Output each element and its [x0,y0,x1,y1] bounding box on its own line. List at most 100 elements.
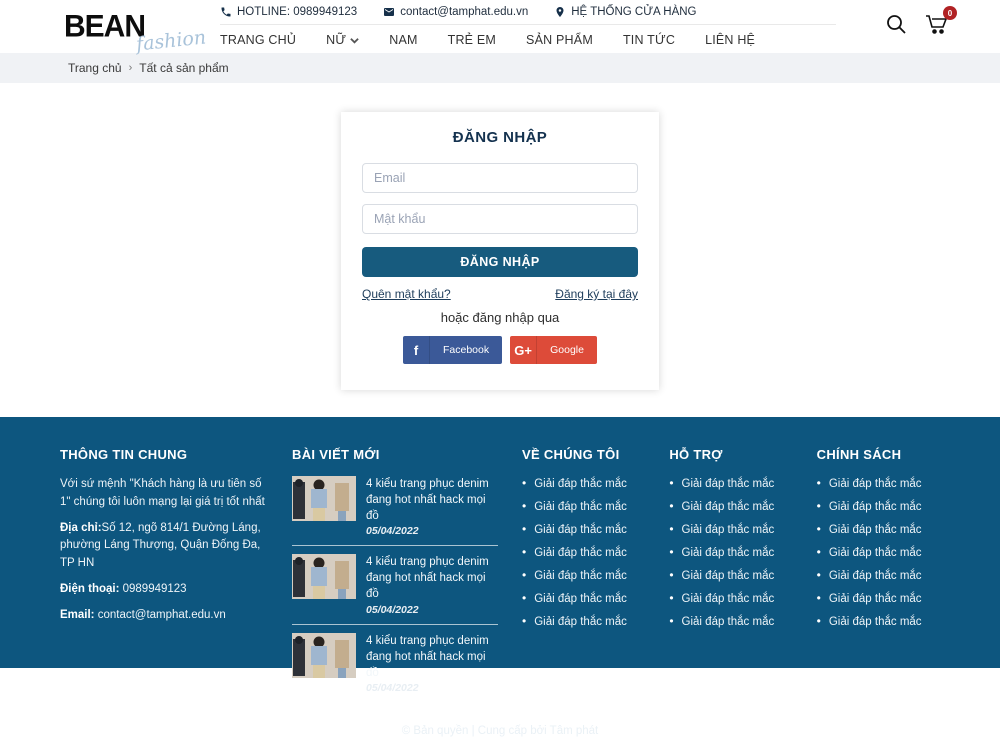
footer-link[interactable]: Giải đáp thắc mắc [669,522,792,536]
article-text: 4 kiểu trang phục denim đang hot nhất ha… [366,476,498,537]
footer-articles-column: BÀI VIẾT MỚI [292,447,498,702]
support-links: Giải đáp thắc mắc Giải đáp thắc mắc Giải đ… [669,476,792,628]
contact-email[interactable]: contact@tamphat.edu.vn [383,6,528,18]
breadcrumb-current: Tất cả sản phẩm [139,61,228,75]
footer-phone: Điện thoại: 0989949123 [60,581,268,599]
footer-link[interactable]: Giải đáp thắc mắc [669,568,792,582]
footer-link[interactable]: Giải đáp thắc mắc [669,614,792,628]
main-content: ĐĂNG NHẬP ĐĂNG NHẬP Quên mật khẩu? Đăng … [0,112,1000,417]
footer-link[interactable]: Giải đáp thắc mắc [522,591,645,605]
nav-item-contact[interactable]: LIÊN HỆ [705,33,755,47]
footer-article-item[interactable]: 4 kiểu trang phục denim đang hot nhất ha… [292,633,498,702]
forgot-password-link[interactable]: Quên mật khẩu? [362,287,451,301]
footer-article-item[interactable]: 4 kiểu trang phục denim đang hot nhất ha… [292,476,498,546]
footer-link[interactable]: Giải đáp thắc mắc [817,568,940,582]
nav-item-men[interactable]: NAM [389,33,417,47]
footer-link[interactable]: Giải đáp thắc mắc [817,545,940,559]
footer-email: Email: contact@tamphat.edu.vn [60,607,268,625]
password-field[interactable] [362,204,638,234]
footer-link[interactable]: Giải đáp thắc mắc [522,614,645,628]
footer-article-item[interactable]: 4 kiểu trang phục denim đang hot nhất ha… [292,554,498,624]
footer-link[interactable]: Giải đáp thắc mắc [669,545,792,559]
nav-item-products[interactable]: SẢN PHẨM [526,33,593,47]
footer-link[interactable]: Giải đáp thắc mắc [669,476,792,490]
footer-link[interactable]: Giải đáp thắc mắc [669,591,792,605]
footer-columns: THÔNG TIN CHUNG Với sứ mệnh "Khách hàng … [0,417,1000,702]
footer-about-column: THÔNG TIN CHUNG Với sứ mệnh "Khách hàng … [60,447,268,702]
article-text: 4 kiểu trang phục denim đang hot nhất ha… [366,554,498,615]
chevron-down-icon [350,36,359,45]
article-thumbnail [292,554,356,599]
article-title: 4 kiểu trang phục denim đang hot nhất ha… [366,476,498,524]
site-footer: THÔNG TIN CHUNG Với sứ mệnh "Khách hàng … [0,417,1000,668]
copyright-text: © Bản quyền | Cung cấp bởi Tâm phát [402,725,599,737]
footer-support-title: HỖ TRỢ [669,447,792,462]
breadcrumb-separator: › [129,62,133,74]
footer-policy-title: CHÍNH SÁCH [817,447,940,462]
footer-about-us-title: VỀ CHÚNG TÔI [522,447,645,462]
email-field[interactable] [362,163,638,193]
article-date: 05/04/2022 [366,682,498,694]
login-title: ĐĂNG NHẬP [362,129,638,146]
header-icons: 0 [864,12,1000,41]
login-links-row: Quên mật khẩu? Đăng ký tại đây [362,287,638,301]
article-title: 4 kiểu trang phục denim đang hot nhất ha… [366,633,498,681]
footer-address: Địa chỉ:Số 12, ngõ 814/1 Đường Láng, phư… [60,520,268,573]
footer-link[interactable]: Giải đáp thắc mắc [817,499,940,513]
breadcrumb: Trang chủ › Tất cả sản phẩm [0,53,1000,83]
location-pin-icon [554,6,566,18]
footer-link[interactable]: Giải đáp thắc mắc [522,545,645,559]
hotline-text: HOTLINE: 0989949123 [237,6,357,18]
nav-item-women[interactable]: NỮ [326,33,359,47]
nav-item-home[interactable]: TRANG CHỦ [220,33,296,47]
header-center: HOTLINE: 0989949123 contact@tamphat.edu.… [220,1,836,52]
footer-mission: Với sứ mệnh "Khách hàng là ưu tiên số 1"… [60,476,268,512]
cart-button[interactable]: 0 [924,12,950,41]
footer-support-column: HỖ TRỢ Giải đáp thắc mắcGiải đáp thắc mắ… [669,447,792,702]
logo-text: BEAN [64,11,145,43]
google-login-button[interactable]: G+ Google [510,336,597,364]
cart-count-badge: 0 [943,6,957,20]
footer-link[interactable]: Giải đáp thắc mắc [817,614,940,628]
articles-list: 4 kiểu trang phục denim đang hot nhất ha… [292,476,498,702]
store-system-text: HỆ THỐNG CỬA HÀNG [571,6,696,18]
footer-about-title: THÔNG TIN CHUNG [60,447,268,462]
footer-link[interactable]: Giải đáp thắc mắc [522,476,645,490]
facebook-icon: f [403,336,430,364]
search-icon [884,12,908,36]
footer-link[interactable]: Giải đáp thắc mắc [669,499,792,513]
footer-policy-column: CHÍNH SÁCH Giải đáp thắc mắc Giải đáp thắ… [817,447,940,702]
register-link[interactable]: Đăng ký tại đây [555,287,638,301]
store-system-link[interactable]: HỆ THỐNG CỬA HÀNG [554,6,696,18]
contact-email-text: contact@tamphat.edu.vn [400,6,528,18]
envelope-icon [383,6,395,18]
footer-link[interactable]: Giải đáp thắc mắc [817,522,940,536]
facebook-label: Facebook [430,344,502,356]
google-label: Google [537,344,597,356]
about-us-links: Giải đáp thắc mắc Giải đáp thắc mắc Giải đ… [522,476,645,628]
footer-link[interactable]: Giải đáp thắc mắc [522,499,645,513]
nav-item-kids[interactable]: TRẺ EM [448,33,496,47]
social-login-row: f Facebook G+ Google [362,336,638,364]
footer-link[interactable]: Giải đáp thắc mắc [522,522,645,536]
site-logo[interactable]: BEAN fashion [64,12,192,42]
facebook-login-button[interactable]: f Facebook [403,336,502,364]
login-submit-button[interactable]: ĐĂNG NHẬP [362,247,638,277]
copyright-bar: © Bản quyền | Cung cấp bởi Tâm phát [36,716,964,737]
hotline[interactable]: HOTLINE: 0989949123 [220,6,357,18]
footer-link[interactable]: Giải đáp thắc mắc [817,591,940,605]
article-text: 4 kiểu trang phục denim đang hot nhất ha… [366,633,498,694]
address-label: Địa chỉ: [60,522,102,534]
login-or-text: hoặc đăng nhập qua [362,310,638,325]
footer-articles-title: BÀI VIẾT MỚI [292,447,498,462]
footer-about-us-column: VỀ CHÚNG TÔI Giải đáp thắc mắcGiải đáp t… [522,447,645,702]
breadcrumb-home-link[interactable]: Trang chủ [68,61,122,75]
nav-item-news[interactable]: TIN TỨC [623,33,675,47]
contact-topbar: HOTLINE: 0989949123 contact@tamphat.edu.… [220,1,836,25]
search-button[interactable] [884,12,908,41]
logo-script-text: fashion [135,26,207,55]
footer-link[interactable]: Giải đáp thắc mắc [817,476,940,490]
footer-link[interactable]: Giải đáp thắc mắc [522,568,645,582]
article-date: 05/04/2022 [366,525,498,537]
article-thumbnail [292,633,356,678]
